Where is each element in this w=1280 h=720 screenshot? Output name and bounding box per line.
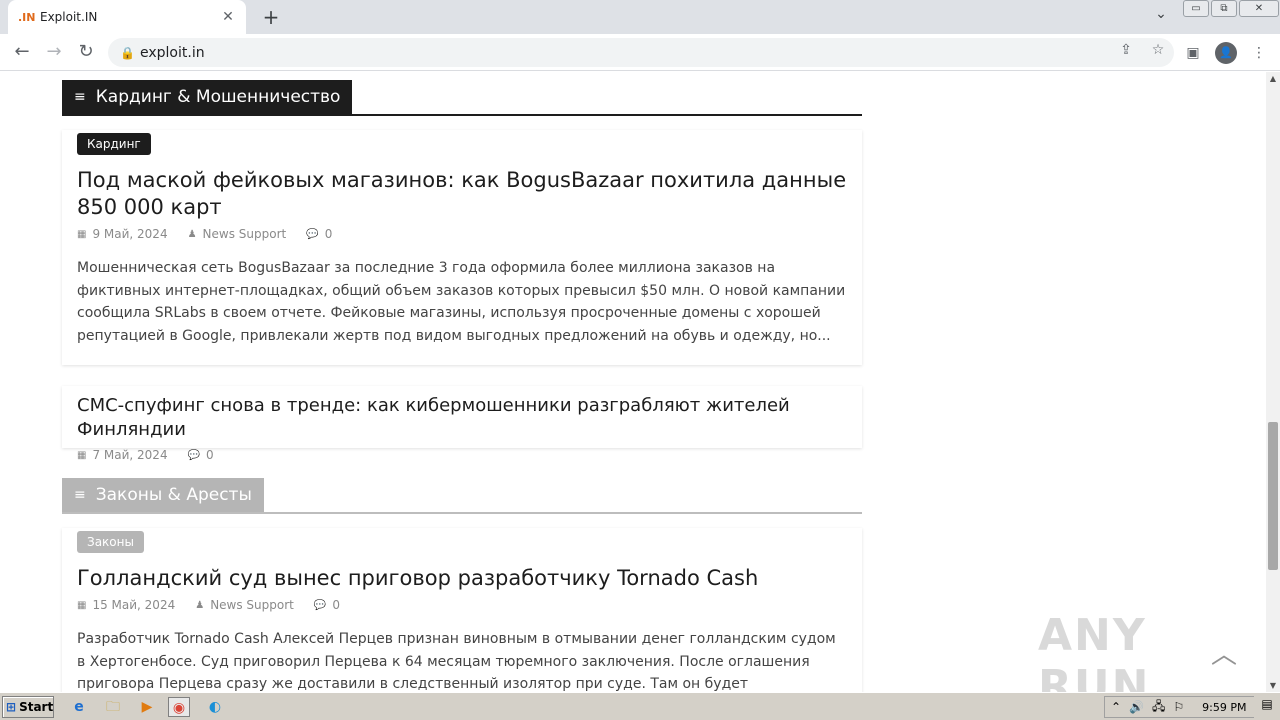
tab-title: Exploit.IN	[40, 10, 98, 24]
chrome-icon[interactable]: ◉	[168, 697, 190, 717]
tab-search-chevron-icon[interactable]: ⌄	[1150, 6, 1172, 22]
tab-close-icon[interactable]: ✕	[220, 9, 236, 25]
browser-toolbar: ← → ↻ 🔒 exploit.in ⇪ ☆ ▣ 👤 ⋮	[0, 34, 1280, 71]
bookmark-star-icon[interactable]: ☆	[1148, 42, 1168, 58]
comment-count[interactable]: 0	[206, 448, 214, 462]
article-date[interactable]: 15 Май, 2024	[92, 598, 175, 612]
tray-expand-arrow-icon[interactable]: ⌃	[1111, 700, 1121, 714]
article-title-link[interactable]: Голландский суд вынес приговор разработч…	[77, 565, 847, 592]
section-heading-label[interactable]: ≡ Кардинг & Мошенничество	[62, 80, 353, 114]
edge-icon[interactable]: ◐	[204, 697, 226, 717]
page-viewport: ≡ Кардинг & Мошенничество Кардинг Под ма…	[0, 72, 1266, 692]
article-title-link[interactable]: Под маской фейковых магазинов: как Bogus…	[77, 167, 847, 221]
calendar-icon: ▦	[77, 228, 87, 240]
article-excerpt: Мошенническая сеть BogusBazaar за послед…	[77, 260, 846, 345]
start-button[interactable]: ⊞ Start	[2, 696, 54, 718]
article-date[interactable]: 9 Май, 2024	[92, 227, 167, 241]
profile-avatar-icon[interactable]: 👤	[1215, 42, 1237, 64]
share-icon[interactable]: ⇪	[1116, 42, 1136, 58]
article-meta: ▦ 15 Май, 2024 ♟ News Support 💬 0	[77, 596, 847, 614]
section-heading-laws: ≡ Законы & Аресты	[62, 478, 862, 514]
new-tab-button[interactable]: +	[258, 4, 284, 30]
scrollbar-thumb[interactable]	[1268, 422, 1278, 570]
article-excerpt: Разработчик Tornado Cash Алексей Перцев …	[77, 631, 836, 692]
minimize-button[interactable]: ▭	[1183, 0, 1209, 17]
restore-button[interactable]: ⧉	[1211, 0, 1237, 17]
scroll-to-top-chevron-icon[interactable]: ︿	[1206, 634, 1242, 670]
browser-menu-icon[interactable]: ⋮	[1248, 42, 1270, 64]
url-text[interactable]: exploit.in	[140, 45, 205, 61]
show-desktop-icon[interactable]: ▤	[1258, 697, 1276, 715]
section-heading-carding: ≡ Кардинг & Мошенничество	[62, 80, 862, 116]
action-center-flag-icon[interactable]: ⚐	[1173, 700, 1184, 714]
featured-article-card: Кардинг Под маской фейковых магазинов: к…	[62, 130, 862, 365]
windows-taskbar: ⊞ Start e 🗀 ▶ ◉ ◐ ⌃ 🔊 🖧 ⚐ 9:59 PM ▤	[0, 692, 1280, 720]
featured-article-card: Законы Голландский суд вынес приговор ра…	[62, 528, 862, 692]
calendar-icon: ▦	[77, 599, 87, 611]
network-icon[interactable]: 🖧	[1152, 697, 1165, 718]
article-title-link[interactable]: СМС-спуфинг снова в тренде: как кибермош…	[77, 394, 847, 442]
media-player-icon[interactable]: ▶	[136, 697, 158, 717]
article-author[interactable]: News Support	[203, 227, 287, 241]
scroll-up-arrow-icon[interactable]: ▲	[1266, 74, 1280, 83]
volume-icon[interactable]: 🔊	[1129, 700, 1144, 714]
comment-count[interactable]: 0	[325, 227, 333, 241]
article-date[interactable]: 7 Май, 2024	[92, 448, 167, 462]
comment-icon: 💬	[306, 228, 319, 240]
windows-logo-icon: ⊞	[6, 700, 17, 714]
page-scrollbar[interactable]: ▲ ▼	[1266, 72, 1280, 692]
side-panel-icon[interactable]: ▣	[1182, 42, 1204, 64]
comment-count[interactable]: 0	[332, 598, 340, 612]
site-favicon-icon: .IN	[18, 10, 36, 24]
close-window-button[interactable]: ✕	[1239, 0, 1279, 17]
reload-button[interactable]: ↻	[74, 40, 98, 64]
taskbar-clock[interactable]: 9:59 PM	[1202, 701, 1246, 714]
user-icon: ♟	[195, 599, 205, 611]
scroll-down-arrow-icon[interactable]: ▼	[1266, 681, 1280, 690]
lock-icon[interactable]: 🔒	[120, 46, 140, 60]
file-explorer-icon[interactable]: 🗀	[102, 697, 124, 717]
user-icon: ♟	[187, 228, 197, 240]
browser-tab-active[interactable]: .IN Exploit.IN ✕	[8, 0, 246, 34]
comment-icon: 💬	[187, 449, 201, 461]
window-controls: ▭ ⧉ ✕	[1183, 0, 1279, 18]
category-badge[interactable]: Законы	[77, 531, 144, 553]
system-tray: ⌃ 🔊 🖧 ⚐ 9:59 PM	[1104, 696, 1254, 718]
internet-explorer-icon[interactable]: e	[68, 697, 90, 717]
menu-lines-icon: ≡	[74, 487, 86, 503]
category-badge[interactable]: Кардинг	[77, 133, 151, 155]
tab-strip: .IN Exploit.IN ✕ + ⌄ ▭ ⧉ ✕	[0, 0, 1280, 34]
calendar-icon: ▦	[77, 449, 87, 461]
secondary-article-card: СМС-спуфинг снова в тренде: как кибермош…	[62, 386, 862, 462]
section-heading-label[interactable]: ≡ Законы & Аресты	[62, 478, 264, 512]
menu-lines-icon: ≡	[74, 89, 86, 105]
address-bar[interactable]: 🔒 exploit.in ⇪ ☆	[108, 38, 1174, 67]
article-author[interactable]: News Support	[210, 598, 294, 612]
article-meta: ▦ 7 Май, 2024 💬 0	[77, 446, 847, 464]
forward-button[interactable]: →	[42, 40, 66, 64]
article-meta: ▦ 9 Май, 2024 ♟ News Support 💬 0	[77, 225, 847, 243]
back-button[interactable]: ←	[10, 40, 34, 64]
comment-icon: 💬	[313, 599, 327, 611]
